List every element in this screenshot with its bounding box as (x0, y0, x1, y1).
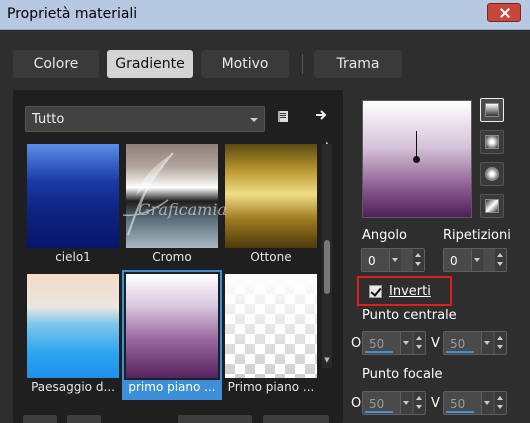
gradient-center-handle[interactable] (413, 156, 420, 163)
center-v-value: 50 (450, 337, 466, 351)
gradient-swatch (225, 144, 317, 248)
invert-checkbox[interactable] (369, 285, 382, 298)
center-v-spin-arrows[interactable] (495, 332, 506, 354)
book-icon (278, 111, 288, 122)
focal-o-spin-arrows[interactable] (414, 392, 425, 414)
bottom-button-4[interactable] (263, 415, 329, 423)
radial-gradient-icon (485, 167, 499, 181)
bottom-button-2[interactable] (67, 415, 101, 423)
gradient-direction-line[interactable] (416, 131, 417, 159)
center-v-stepper[interactable]: 50 (443, 331, 507, 355)
gradient-preview[interactable] (362, 100, 472, 218)
tab-motivo[interactable]: Motivo (201, 50, 289, 78)
focal-o-value: 50 (369, 397, 385, 411)
gradient-swatch (225, 274, 317, 378)
tab-colore[interactable]: Colore (13, 50, 99, 78)
center-o-stepper[interactable]: 50 (362, 331, 426, 355)
gradient-tile-cielo1[interactable]: cielo1 (25, 142, 121, 268)
library-button[interactable] (273, 109, 293, 129)
gradient-swatch (126, 274, 218, 378)
window-title: Proprietà materiali (7, 6, 138, 22)
gradient-label: cielo1 (55, 250, 91, 264)
focal-v-label: V (431, 396, 440, 411)
angle-stepper[interactable]: 0 (361, 248, 425, 272)
next-button[interactable] (311, 108, 331, 128)
category-value: Tutto (32, 112, 65, 127)
tab-divider (302, 54, 303, 74)
sunburst-gradient-icon (485, 199, 499, 213)
gradient-label: primo piano ... (124, 380, 220, 398)
focal-o-slider[interactable] (365, 411, 393, 413)
repeats-stepper[interactable]: 0 (443, 248, 507, 272)
gradient-label: Primo piano ... (227, 380, 315, 394)
gradient-tile-ottone[interactable]: Ottone (223, 142, 319, 268)
focal-v-stepper[interactable]: 50 (443, 391, 507, 415)
scroll-down-button[interactable]: ▼ (322, 356, 332, 366)
gradient-library-panel: Tutto cielo1 Cromo Ottone Paesaggio d...… (13, 90, 343, 423)
repeats-spin-arrows[interactable] (495, 249, 506, 271)
focal-o-dropdown[interactable] (400, 392, 412, 414)
angle-dropdown[interactable] (389, 249, 401, 271)
style-radial-button[interactable] (480, 162, 504, 186)
rectangular-gradient-icon (485, 135, 499, 149)
arrow-right-icon (316, 110, 327, 120)
center-o-dropdown[interactable] (400, 332, 412, 354)
repeats-label: Ripetizioni (443, 228, 511, 243)
focal-point-label: Punto focale (362, 367, 443, 382)
gradient-swatch (27, 274, 119, 378)
linear-gradient-icon (485, 103, 499, 117)
repeats-value: 0 (450, 254, 458, 268)
category-dropdown[interactable]: Tutto (25, 106, 265, 132)
style-rectangular-button[interactable] (480, 130, 504, 154)
center-o-slider[interactable] (365, 351, 393, 353)
center-v-dropdown[interactable] (481, 332, 493, 354)
gradient-tile-primo-piano-selected[interactable]: primo piano ... (122, 270, 222, 400)
gradient-label: Ottone (250, 250, 292, 264)
gradient-tile-paesaggio[interactable]: Paesaggio d... (25, 272, 121, 398)
invert-label[interactable]: Inverti (389, 284, 431, 299)
center-o-spin-arrows[interactable] (414, 332, 425, 354)
center-v-slider[interactable] (446, 351, 474, 353)
tab-gradiente[interactable]: Gradiente (107, 50, 193, 78)
invert-highlight: Inverti (357, 276, 452, 306)
angle-label: Angolo (362, 228, 407, 243)
repeats-dropdown[interactable] (471, 249, 483, 271)
tab-trama[interactable]: Trama (314, 50, 402, 78)
gradient-swatch (27, 144, 119, 248)
center-o-value: 50 (369, 337, 385, 351)
focal-o-stepper[interactable]: 50 (362, 391, 426, 415)
focal-v-slider[interactable] (446, 411, 474, 413)
gradient-grid: cielo1 Cromo Ottone Paesaggio d... primo… (25, 142, 323, 423)
focal-v-spin-arrows[interactable] (495, 392, 506, 414)
angle-value: 0 (368, 254, 376, 268)
gradient-tile-cromo[interactable]: Cromo (124, 142, 220, 268)
focal-o-label: O (351, 396, 362, 411)
bottom-button-3[interactable] (178, 415, 252, 423)
scrollbar-thumb[interactable] (324, 240, 330, 294)
center-v-label: V (431, 336, 440, 351)
gradient-list-scrollbar[interactable] (322, 144, 332, 368)
angle-spin-arrows[interactable] (413, 249, 424, 271)
center-point-label: Punto centrale (362, 308, 457, 323)
focal-v-value: 50 (450, 397, 466, 411)
title-bar: Proprietà materiali (0, 0, 530, 30)
gradient-tile-primo-piano-transparent[interactable]: Primo piano ... (223, 272, 319, 398)
gradient-label: Paesaggio d... (31, 380, 115, 394)
gradient-swatch (126, 144, 218, 248)
focal-v-dropdown[interactable] (481, 392, 493, 414)
gradient-label: Cromo (152, 250, 192, 264)
bottom-button-1[interactable] (23, 415, 57, 423)
chevron-down-icon (250, 118, 258, 122)
style-sunburst-button[interactable] (480, 194, 504, 218)
center-o-label: O (351, 336, 362, 351)
close-button[interactable] (487, 3, 521, 22)
style-linear-button[interactable] (480, 98, 504, 122)
